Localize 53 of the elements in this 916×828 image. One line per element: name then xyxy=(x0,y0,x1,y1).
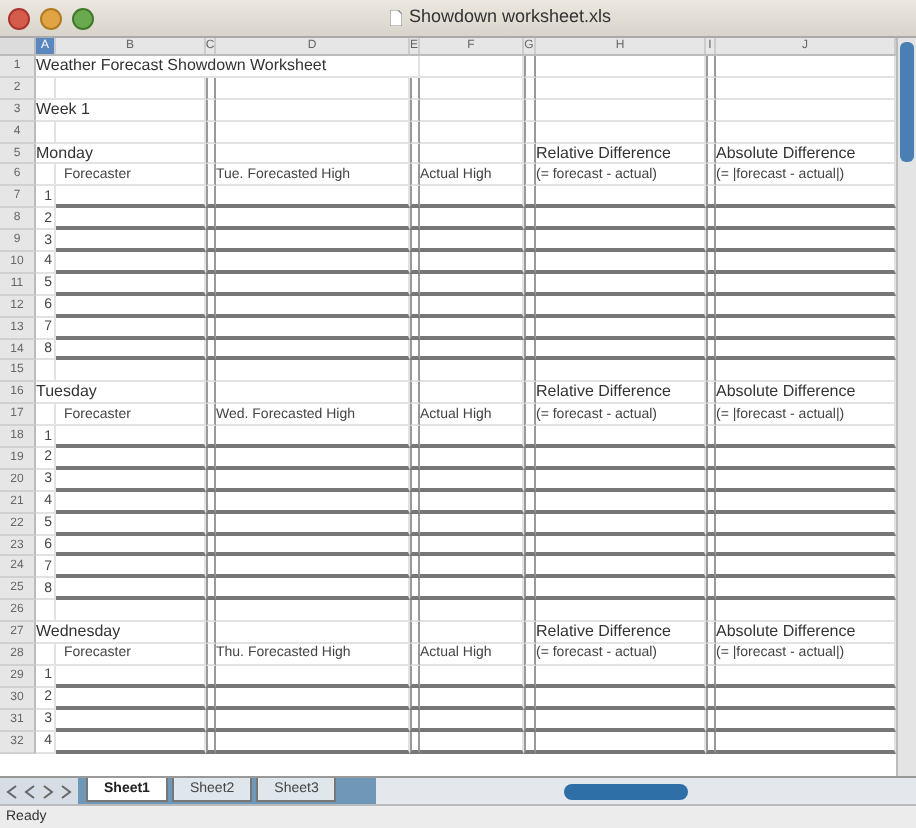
table-cell xyxy=(420,448,524,470)
table-cell xyxy=(420,491,524,514)
table-cell xyxy=(36,164,56,187)
table-cell xyxy=(420,556,524,579)
table-cell xyxy=(420,143,524,165)
table-cell: Tuesday xyxy=(36,382,206,405)
table-cell xyxy=(420,709,524,732)
table-cell xyxy=(420,600,524,623)
table-cell xyxy=(36,77,56,100)
close-button[interactable] xyxy=(8,7,30,29)
table-cell xyxy=(420,360,524,383)
table-cell xyxy=(36,121,56,144)
table-cell xyxy=(420,622,524,645)
table-cell: Relative Difference xyxy=(536,622,706,645)
table-cell xyxy=(420,469,524,492)
table-cell xyxy=(36,404,56,427)
table-cell xyxy=(420,513,524,536)
table-cell xyxy=(420,426,524,449)
table-cell xyxy=(420,382,524,405)
scrollbar-thumb[interactable] xyxy=(900,42,914,162)
vertical-scrollbar[interactable] xyxy=(896,38,916,776)
corner-cell[interactable] xyxy=(0,38,36,54)
table-cell xyxy=(420,731,524,753)
table-cell: Wednesday xyxy=(36,622,206,645)
table-cell xyxy=(420,186,524,209)
table-cell: Relative Difference xyxy=(536,143,706,165)
table-cell xyxy=(420,665,524,688)
scrollbar-thumb[interactable] xyxy=(564,783,689,799)
table-cell xyxy=(420,535,524,557)
zoom-button[interactable] xyxy=(72,7,94,29)
table-cell xyxy=(420,578,524,601)
window-title: Showdown worksheet.xls xyxy=(408,4,612,31)
table-cell xyxy=(420,208,524,231)
table-cell xyxy=(420,317,524,340)
table-cell xyxy=(420,273,524,296)
table-cell xyxy=(420,230,524,253)
table-cell xyxy=(420,687,524,710)
table-cell xyxy=(420,339,524,361)
table-cell xyxy=(420,295,524,318)
table-cell xyxy=(420,77,524,100)
document-icon xyxy=(390,10,403,26)
table-cell xyxy=(36,600,56,623)
table-cell: Monday xyxy=(36,143,206,165)
table-cell xyxy=(420,121,524,144)
table-cell xyxy=(420,99,524,122)
table-cell xyxy=(420,252,524,274)
table-cell: Weather Forecast Showdown Worksheet xyxy=(36,56,420,78)
table-cell xyxy=(36,644,56,666)
table-cell: Week 1 xyxy=(36,99,206,122)
horizontal-scrollbar[interactable] xyxy=(376,778,916,804)
table-cell xyxy=(36,360,56,383)
minimize-button[interactable] xyxy=(40,7,62,29)
table-cell: Relative Difference xyxy=(536,382,706,405)
